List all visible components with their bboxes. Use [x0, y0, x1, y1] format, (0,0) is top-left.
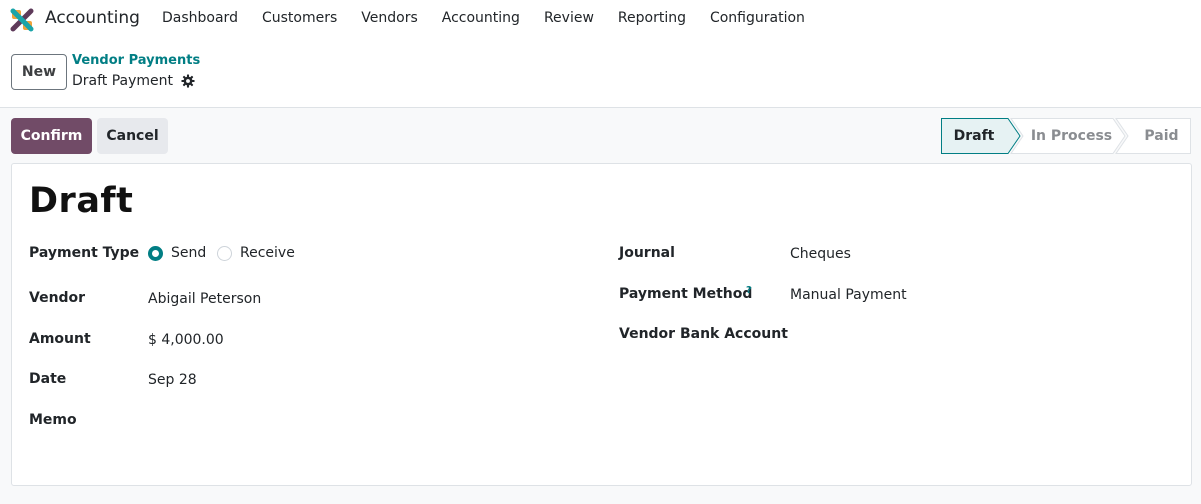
payment-type-receive-radio[interactable] — [217, 246, 232, 261]
payment-type-label: Payment Type — [29, 245, 140, 261]
menu-item-accounting[interactable]: Accounting — [430, 10, 532, 26]
payment-method-field[interactable]: Manual Payment — [790, 287, 907, 303]
payment-type-receive-label[interactable]: Receive — [240, 245, 295, 261]
vendor-field[interactable]: Abigail Peterson — [148, 291, 261, 307]
menu-item-configuration[interactable]: Configuration — [698, 10, 817, 26]
record-title: Draft — [29, 181, 134, 221]
breadcrumb-current-label: Draft Payment — [72, 73, 174, 89]
payment-type-send-radio[interactable] — [148, 246, 163, 261]
menu-item-customers[interactable]: Customers — [250, 10, 349, 26]
confirm-button[interactable]: Confirm — [11, 118, 92, 154]
form-sheet — [11, 163, 1192, 486]
menu-item-review[interactable]: Review — [532, 10, 606, 26]
memo-label: Memo — [29, 412, 77, 428]
menu-item-dashboard[interactable]: Dashboard — [150, 10, 250, 26]
menu-item-vendors[interactable]: Vendors — [349, 10, 429, 26]
amount-field[interactable]: $ 4,000.00 — [148, 332, 224, 348]
memo-field[interactable] — [148, 412, 548, 432]
new-button[interactable]: New — [11, 54, 67, 90]
accounting-logo-icon[interactable] — [10, 8, 34, 32]
journal-field[interactable]: Cheques — [790, 246, 851, 262]
payment-method-label: Payment Method — [619, 286, 753, 302]
cancel-button[interactable]: Cancel — [97, 118, 168, 154]
amount-label: Amount — [29, 331, 91, 347]
breadcrumb-current: Draft Payment — [72, 73, 195, 89]
date-field[interactable]: Sep 28 — [148, 372, 197, 388]
vendor-bank-account-label: Vendor Bank Account — [619, 326, 788, 342]
vendor-label: Vendor — [29, 290, 86, 306]
gear-icon[interactable] — [181, 74, 195, 88]
date-label: Date — [29, 371, 67, 387]
breadcrumb-vendor-payments[interactable]: Vendor Payments — [72, 53, 200, 68]
control-panel: New Vendor Payments Draft Payment — [0, 38, 1201, 108]
journal-label: Journal — [619, 245, 675, 261]
main-menu: Dashboard Customers Vendors Accounting R… — [150, 10, 817, 26]
vendor-bank-account-field[interactable] — [790, 326, 1170, 346]
top-navbar: Accounting Dashboard Customers Vendors A… — [0, 0, 1201, 38]
status-stage-in-process[interactable]: In Process — [1013, 118, 1118, 154]
status-stage-paid[interactable]: Paid — [1118, 118, 1191, 154]
status-stage-draft[interactable]: Draft — [941, 118, 1013, 154]
payment-method-help-icon[interactable]: ? — [746, 285, 752, 296]
app-title[interactable]: Accounting — [45, 8, 140, 28]
payment-type-send-label[interactable]: Send — [171, 245, 206, 261]
status-bar: Draft In Process Paid — [941, 118, 1191, 154]
menu-item-reporting[interactable]: Reporting — [606, 10, 698, 26]
